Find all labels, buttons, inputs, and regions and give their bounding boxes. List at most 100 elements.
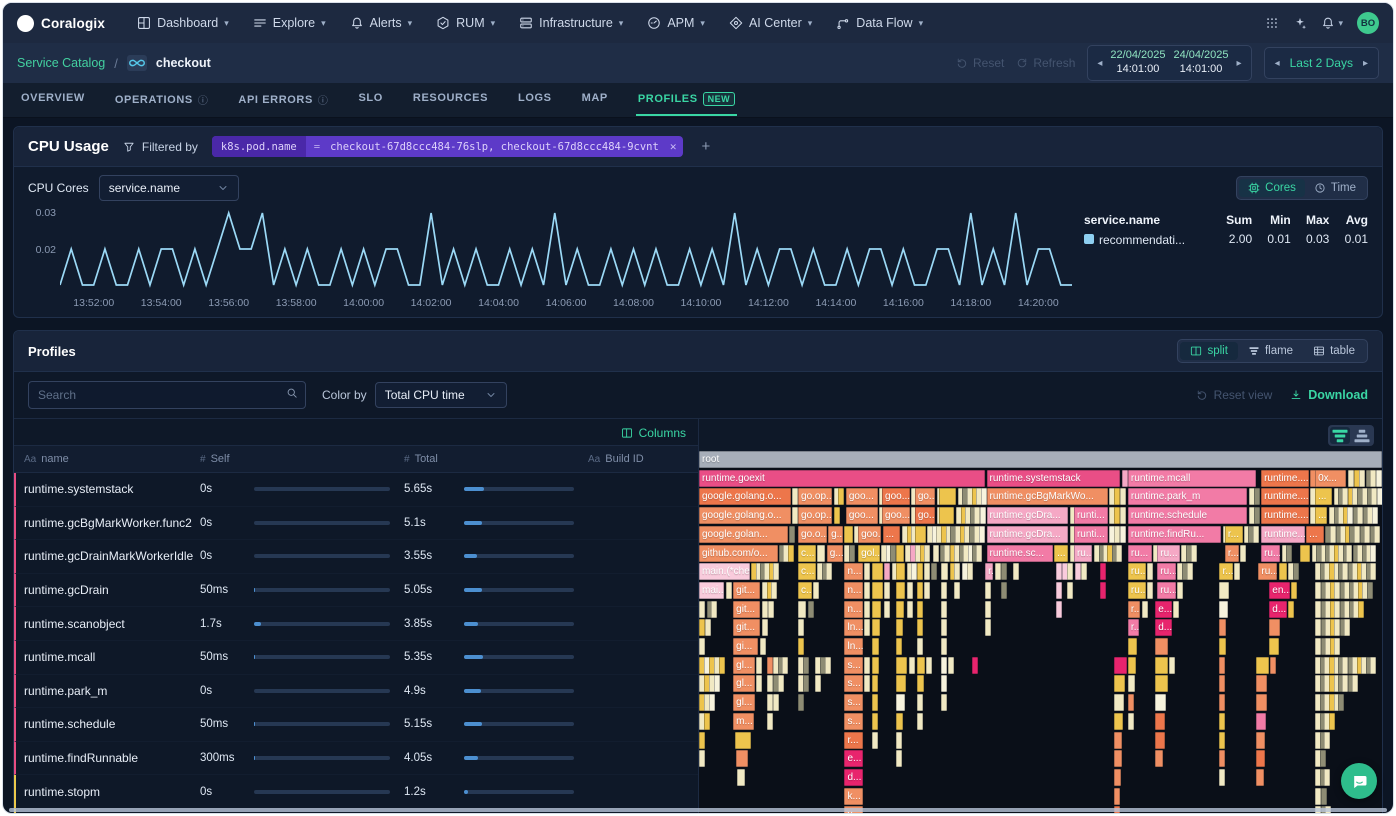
flame-block[interactable]: c... [798,545,816,562]
flame-sliver[interactable] [924,545,930,562]
flame-sliver[interactable] [1324,769,1330,786]
column-header-name[interactable]: Aaname [24,453,200,465]
flame-sliver[interactable] [1142,601,1148,618]
flame-sliver[interactable] [1114,750,1122,767]
flame-sliver[interactable] [714,675,720,692]
tab-map[interactable]: MAP [580,83,610,114]
flame-sliver[interactable] [1100,563,1106,580]
flame-sliver[interactable] [798,638,804,655]
flame-sliver[interactable] [941,638,947,655]
flame-sliver[interactable] [798,601,806,618]
flame-sliver[interactable] [941,619,947,636]
flame-sliver[interactable] [872,732,878,749]
flame-sliver[interactable] [808,601,814,618]
flame-sliver[interactable] [699,638,705,655]
flame-sliver[interactable] [972,657,978,674]
nav-item-rum[interactable]: RUM▾ [426,11,505,35]
flame-sliver[interactable] [939,488,956,505]
flame-sliver[interactable] [798,619,804,636]
flame-sliver[interactable] [864,601,870,618]
flame-sliver[interactable] [1120,526,1126,543]
flame-sliver[interactable] [1219,769,1225,786]
flame-sliver[interactable] [979,526,985,543]
flame-sliver[interactable] [699,619,705,636]
flame-block[interactable]: s... [844,675,862,692]
flame-sliver[interactable] [1279,563,1287,580]
column-header-self[interactable]: #Self [200,453,254,465]
flame-sliver[interactable] [976,545,982,562]
flame-block[interactable]: google.golang.o... [699,488,791,505]
tab-resources[interactable]: RESOURCES [411,83,490,114]
filter-chip[interactable]: k8s.pod.name = checkout-67d8ccc484-76slp… [212,136,684,157]
flame-block[interactable]: runtime.goexit [699,470,985,487]
flame-block[interactable]: ru... [1128,545,1152,562]
flame-sliver[interactable] [1155,750,1163,767]
flame-sliver[interactable] [917,675,924,692]
flame-sliver[interactable] [1114,732,1122,749]
flame-sliver[interactable] [1219,619,1226,636]
flame-sliver[interactable] [1155,713,1165,730]
flame-block[interactable]: d... [1155,619,1171,636]
notifications-button[interactable]: ▾ [1321,16,1343,30]
flame-sliver[interactable] [792,488,798,505]
close-icon[interactable]: ✕ [663,140,684,153]
flame-sliver[interactable] [907,601,913,618]
color-by-select[interactable]: Total CPU time [375,382,507,408]
flame-block[interactable]: google.golan... [699,526,788,543]
flame-sliver[interactable] [896,601,904,618]
flame-sliver[interactable] [939,507,954,524]
tab-profiles[interactable]: PROFILESNEW [636,83,737,116]
flame-block[interactable]: runtime.schedule [1128,507,1248,524]
flame-block[interactable]: s... [844,713,862,730]
flame-sliver[interactable] [1219,732,1225,749]
flame-block[interactable]: ... [883,526,901,543]
flame-block[interactable]: runtime.gcBgMarkWo... [987,488,1109,505]
flame-sliver[interactable] [1370,470,1376,487]
flame-sliver[interactable] [1370,657,1376,674]
flame-sliver[interactable] [941,675,947,692]
flame-sliver[interactable] [709,694,715,711]
flame-block[interactable]: n... [844,582,862,599]
flame-sliver[interactable] [1240,545,1246,562]
flame-sliver[interactable] [917,713,923,730]
flame-block[interactable]: runtime.mcall [1128,470,1256,487]
flame-sliver[interactable] [1270,657,1276,674]
flame-block[interactable]: go.o... [798,526,827,543]
flame-sliver[interactable] [1219,675,1225,692]
flame-sliver[interactable] [1013,563,1019,580]
flame-block[interactable]: r... [1225,526,1243,543]
flame-sliver[interactable] [726,582,732,599]
flame-block[interactable]: main.(*chec... [699,563,750,580]
flame-block[interactable]: r... [1128,601,1140,618]
flame-sliver[interactable] [941,694,947,711]
flame-block[interactable]: gi... [733,638,758,655]
table-row[interactable]: runtime.findRunnable300ms4.05s [14,742,698,776]
flame-sliver[interactable] [872,563,882,580]
flame-sliver[interactable] [926,657,932,674]
flame-sliver[interactable] [767,713,773,730]
flame-block[interactable]: n... [844,563,862,580]
flame-sliver[interactable] [1256,769,1264,786]
flame-sliver[interactable] [917,619,923,636]
flame-block[interactable]: goo... [846,488,878,505]
flame-sliver[interactable] [1122,470,1128,487]
flame-block[interactable]: goo... [882,507,910,524]
toggle-cores[interactable]: Cores [1239,179,1305,197]
search-input[interactable] [28,381,306,409]
flame-sliver[interactable] [1056,601,1062,618]
flame-block[interactable]: runtime.park_m [1128,488,1248,505]
flame-sliver[interactable] [872,619,880,636]
flame-sliver[interactable] [736,750,748,767]
flame-sliver[interactable] [1269,619,1280,636]
flame-sliver[interactable] [872,638,879,655]
flame-sliver[interactable] [1128,657,1136,674]
chat-widget-button[interactable] [1341,763,1377,799]
download-button[interactable]: Download [1290,388,1368,402]
flame-sliver[interactable] [864,582,870,599]
flame-sliver[interactable] [1357,507,1363,524]
flame-sliver[interactable] [762,601,768,618]
flame-sliver[interactable] [1001,582,1007,599]
flame-sliver[interactable] [896,619,902,636]
flame-sliver[interactable] [1234,563,1240,580]
flame-sliver[interactable] [768,601,774,618]
